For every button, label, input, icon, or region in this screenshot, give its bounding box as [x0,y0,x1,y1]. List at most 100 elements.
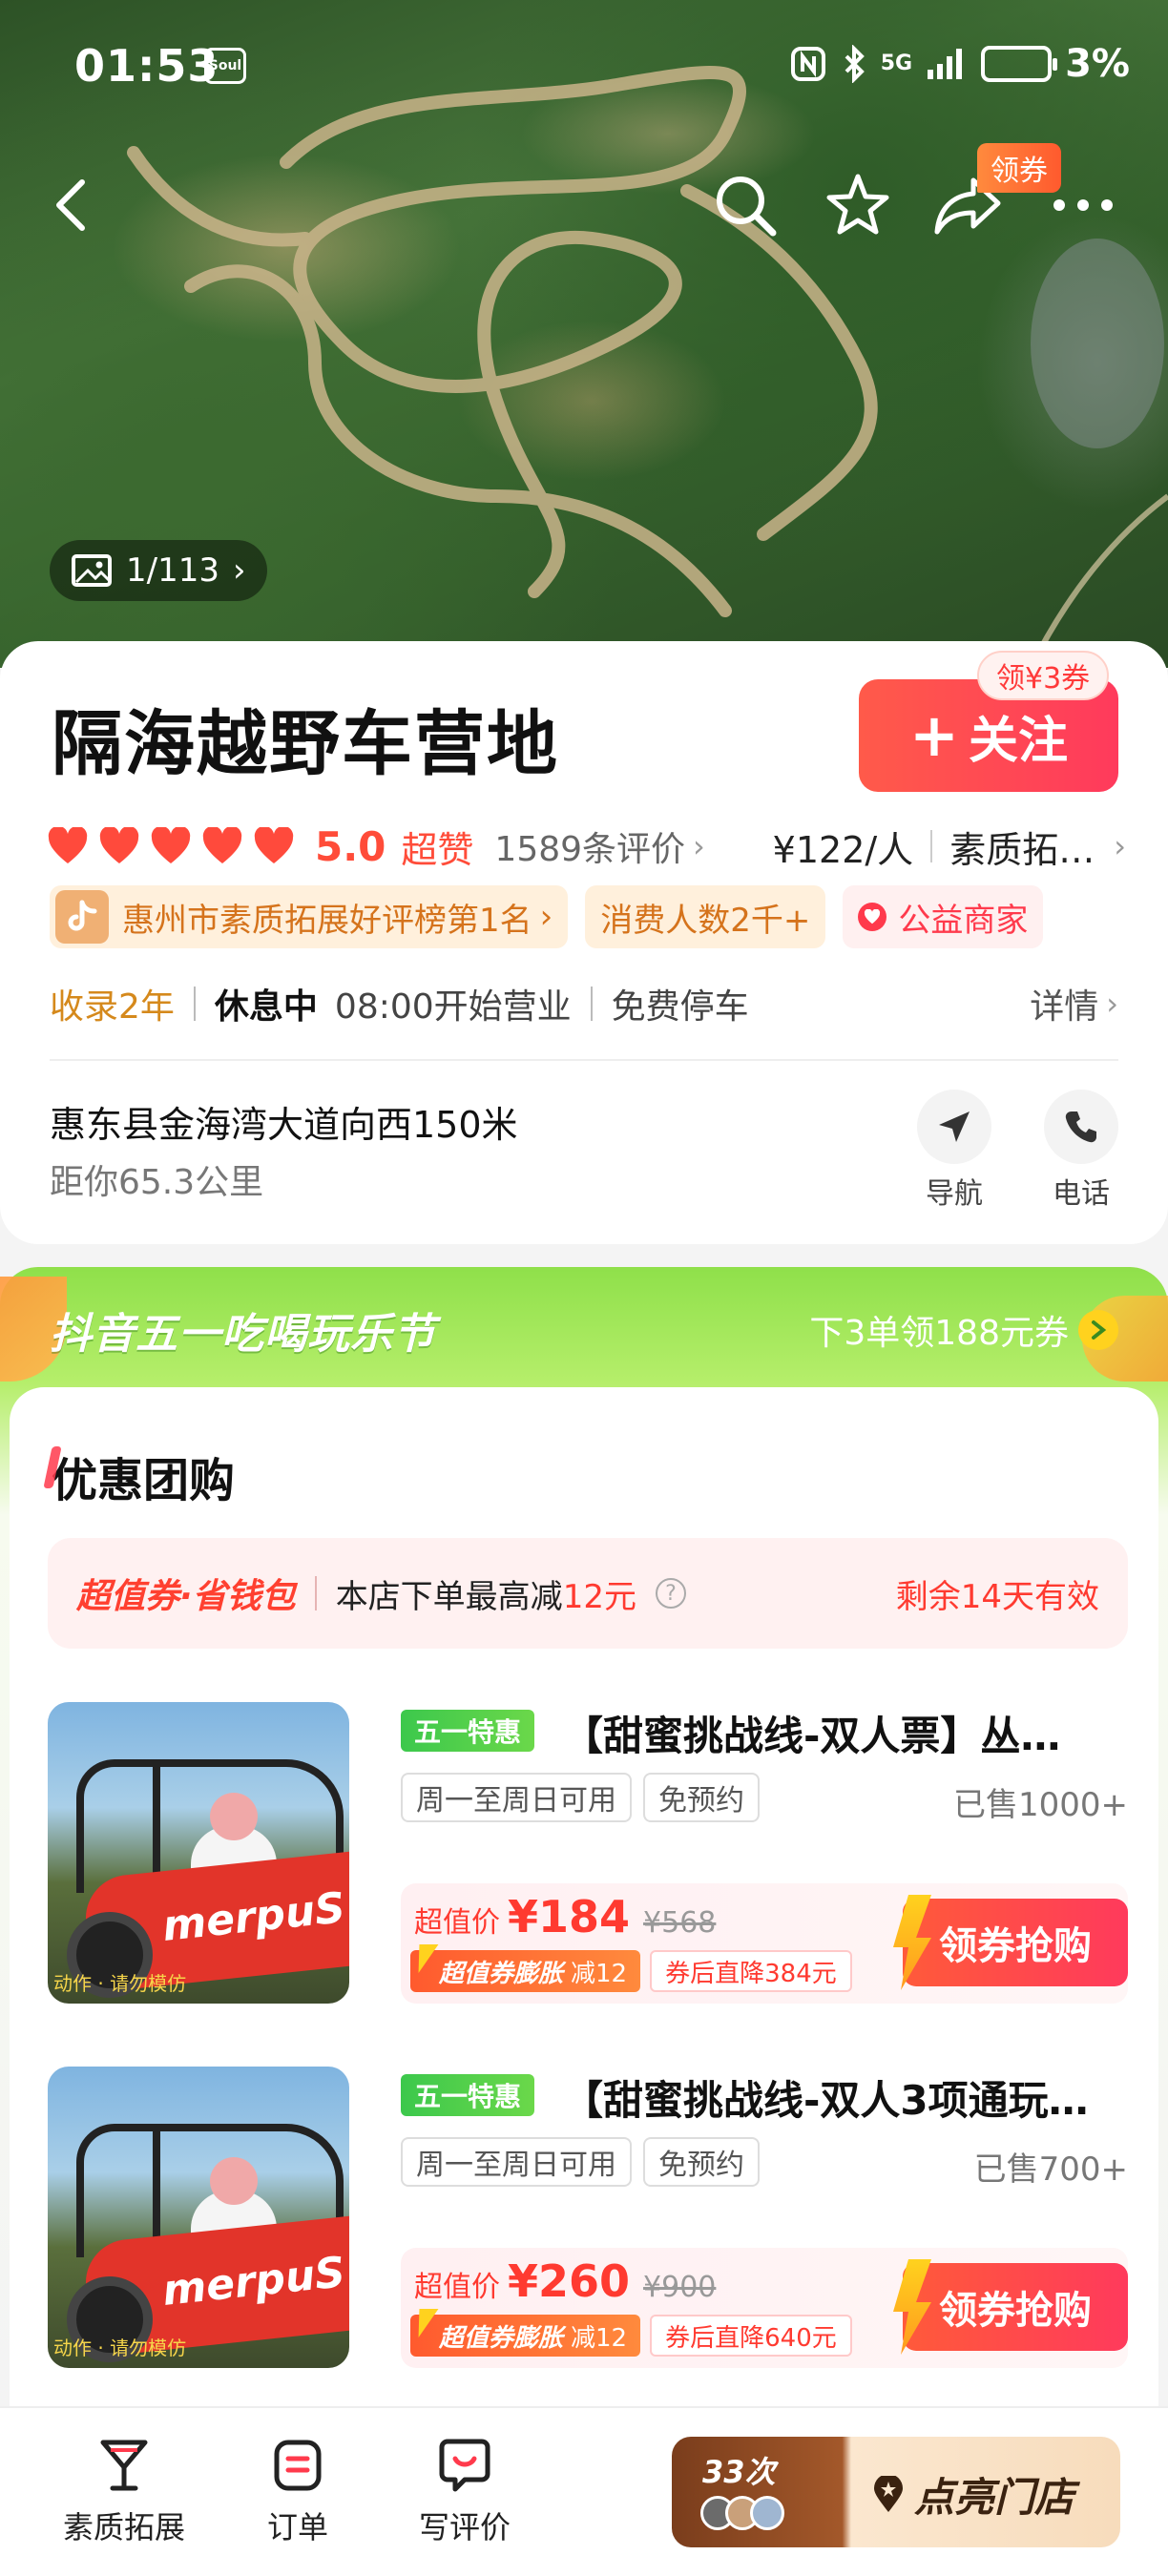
festival-promo-link[interactable]: 下3单领188元券 [809,1305,1118,1355]
boost-badge: 超值券膨胀 减12 [410,1950,641,1992]
status-icons: 5G 3% [789,42,1130,86]
heart-icon [99,827,139,863]
review-icon [436,2437,493,2494]
buy-button[interactable]: 领券抢购 [903,2263,1128,2351]
saver-coupon-banner[interactable]: 超值券·省钱包 本店下单最高减 12元 ? 剩余14天有效 [48,1538,1128,1649]
festival-title: 抖音五一吃喝玩乐节 [50,1310,436,1359]
divider [50,1059,1118,1061]
deal-title[interactable]: 【甜蜜挑战线-双人票】丛… [563,1704,1132,1762]
tags-row: 惠州市素质拓展好评榜第1名 › 消费人数2千+ 公益商家 [50,885,1044,948]
shop-category[interactable]: 素质拓… [949,821,1095,873]
shop-address[interactable]: 惠东县金海湾大道向西150米 [50,1095,518,1148]
deal-image[interactable]: merpuS 动作 · 请勿模仿 [48,2067,349,2368]
navigation-arrow-icon [939,1111,970,1142]
light-up-store-button[interactable]: 33次 点亮门店 [672,2437,1120,2547]
phone-button[interactable]: 电话 [1024,1090,1138,1212]
deal-title[interactable]: 【甜蜜挑战线-双人3项通玩… [563,2068,1132,2127]
heart-icon [254,827,294,863]
price-line: 超值价 ¥184 ¥568 [414,1891,716,1942]
rating-row[interactable]: 5.0 超赞 1589条评价 › ¥122/人 素质拓… › [48,813,1126,880]
back-arrow-icon [56,179,85,231]
photo-counter[interactable]: 1/113 › [50,540,267,601]
image-icon [72,554,112,587]
price-line: 超值价 ¥260 ¥900 [414,2255,716,2307]
buy-button[interactable]: 领券抢购 [903,1899,1128,1986]
original-price: ¥900 [643,2271,717,2304]
tab-orders[interactable]: 订单 [221,2437,374,2547]
price-label: 超值价 [414,1906,500,1940]
divider [314,1576,317,1610]
deal-item[interactable]: merpuS 动作 · 请勿模仿 五一特惠 【甜蜜挑战线-双人3项通玩… 周一至… [48,2067,1128,2372]
group-deals-panel: 优惠团购 超值券·省钱包 本店下单最高减 12元 ? 剩余14天有效 merpu… [10,1387,1158,2532]
deal-price: ¥184 [508,1891,631,1942]
soul-app-icon: Soul [204,48,246,84]
navigate-button[interactable]: 导航 [897,1090,1012,1212]
heart-icon [202,827,242,863]
rating-hearts [48,827,294,865]
review-count[interactable]: 1589条评价 [494,821,685,871]
deals-title: 优惠团购 [52,1443,235,1509]
discount-line: 超值券膨胀 减12 券后直降640元 [410,2315,852,2357]
share-coupon-tag[interactable]: 领券 [977,143,1061,193]
navigate-label: 导航 [926,1177,983,1211]
chevron-right-icon: › [1106,986,1118,1022]
shop-card: 隔海越野车营地 + 关注 领¥3券 5.0 超赞 1589条评价 › ¥122/… [0,641,1168,1244]
saver-text: 本店下单最高减 [335,1577,563,1616]
photo-counter-text: 1/113 [126,551,219,590]
festival-promo-text: 下3单领188元券 [809,1314,1069,1353]
tab-category[interactable]: 素质拓展 [48,2437,200,2547]
deal-chips: 周一至周日可用 免预约 [401,2137,760,2187]
search-icon [717,177,777,237]
festival-section: 抖音五一吃喝玩乐节 下3单领188元券 优惠团购 超值券·省钱包 本店下单最高减… [0,1267,1168,2532]
help-icon[interactable]: ? [655,1578,686,1609]
bottom-action-bar: 素质拓展 订单 写评价 33次 点亮门店 [0,2406,1168,2576]
phone-circle [1044,1090,1118,1164]
battery-percent: 3% [1065,42,1130,86]
saver-validity: 剩余14天有效 [895,1577,1099,1616]
douyin-icon [55,890,109,944]
details-link[interactable]: 详情 [1030,979,1098,1028]
avatar [750,2496,784,2530]
rating-label: 超赞 [401,828,474,871]
network-label: 5G [880,52,913,75]
light-up-count: 33次 [702,2454,776,2490]
boost-amount: 减12 [571,1959,628,1988]
discount-line: 超值券膨胀 减12 券后直降384元 [410,1950,852,1992]
deal-price-box: 超值价 ¥260 ¥900 超值券膨胀 减12 券后直降640元 领券抢购 [401,2248,1128,2368]
search-button[interactable] [702,162,788,248]
rating-score: 5.0 [315,822,386,870]
after-coupon-discount: 券后直降384元 [650,1950,852,1992]
status-time: 01:53 [74,40,219,92]
tab-write-review[interactable]: 写评价 [388,2437,541,2547]
hero-photo[interactable]: 01:53 Soul 5G 3% 领券 1/113 › [0,0,1168,668]
star-icon [826,174,889,235]
heart-icon [48,827,88,863]
rider-helmet [210,2157,258,2205]
follow-label: 关注 [968,712,1068,770]
shop-name: 隔海越野车营地 [52,703,559,785]
charity-tag[interactable]: 公益商家 [843,885,1044,948]
heart-icon [151,827,191,863]
business-status: 休息中 [214,987,318,1027]
deal-price: ¥260 [508,2255,631,2307]
battery-icon [981,46,1058,82]
parking-info: 免费停车 [611,987,749,1027]
business-info-row[interactable]: 收录2年 休息中 08:00开始营业 免费停车 详情 › [50,975,1118,1032]
ranking-text: 惠州市素质拓展好评榜第1名 [122,901,532,940]
chevron-right-icon: › [693,828,705,864]
price-label: 超值价 [414,2271,500,2304]
light-up-label-group: 点亮门店 [872,2465,1074,2524]
ranking-tag[interactable]: 惠州市素质拓展好评榜第1名 › [50,885,569,948]
charity-text: 公益商家 [898,901,1029,940]
back-button[interactable] [29,162,115,248]
follow-coupon-badge[interactable]: 领¥3券 [977,651,1110,700]
deal-chips: 周一至周日可用 免预约 [401,1773,760,1822]
deal-image[interactable]: merpuS 动作 · 请勿模仿 [48,1702,349,2004]
saver-brand: 超值券·省钱包 [76,1577,296,1616]
availability-chip: 周一至周日可用 [401,2137,632,2187]
light-up-label: 点亮门店 [914,2474,1075,2521]
nfc-icon [790,47,825,81]
deal-badge: 五一特惠 [401,2074,535,2116]
deal-item[interactable]: merpuS 动作 · 请勿模仿 五一特惠 【甜蜜挑战线-双人票】丛… 周一至周… [48,1702,1128,2007]
favorite-button[interactable] [815,162,901,248]
